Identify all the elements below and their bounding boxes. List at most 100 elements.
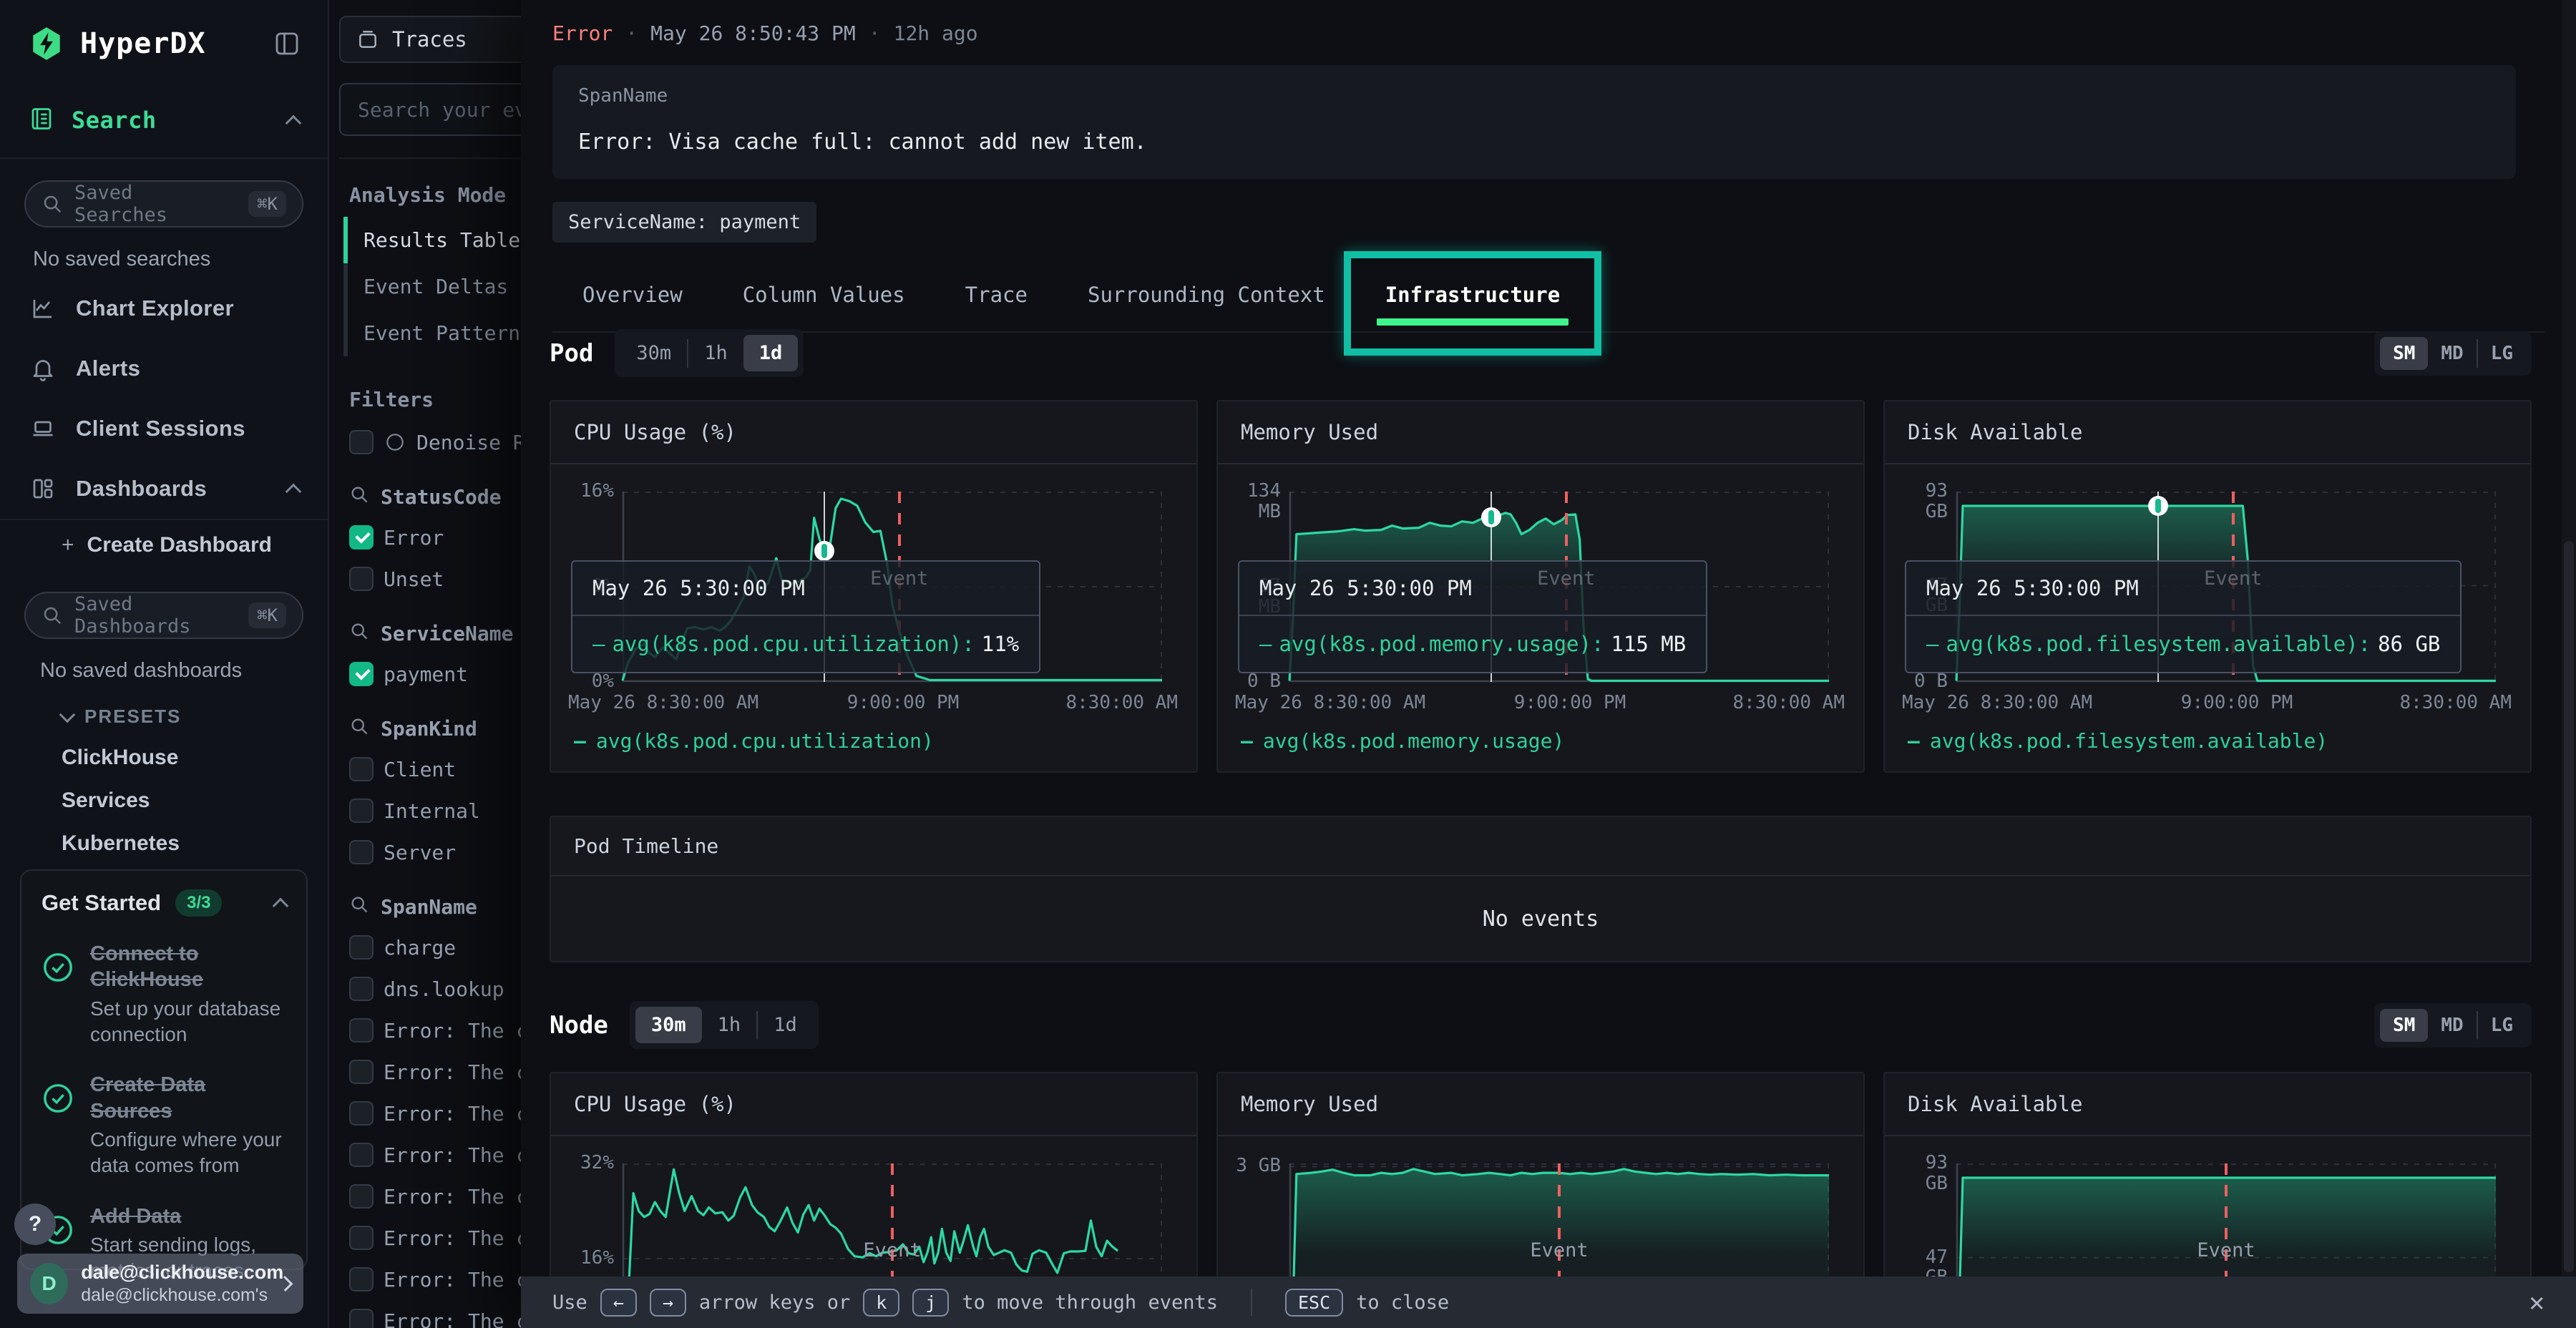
help-button[interactable]: ? <box>14 1204 56 1245</box>
sidebar-item-chart-explorer[interactable]: Chart Explorer <box>0 278 328 338</box>
event-marker-label: Event <box>2197 1239 2255 1261</box>
plot-area[interactable]: 32%16%Event <box>623 1163 1162 1276</box>
event-search-placeholder: Search your ev <box>358 98 527 122</box>
filter-option-label: Error: The cr <box>384 1309 540 1328</box>
saved-dashboards-input[interactable]: Saved Dashboards ⌘K <box>24 592 303 639</box>
chart-tooltip: May 26 5:30:00 PM—avg(k8s.pod.cpu.utiliz… <box>571 560 1040 673</box>
x-axis-labels: May 26 8:30:00 AM9:00:00 PM8:30:00 AM <box>1902 690 2513 713</box>
filter-group-name: SpanName <box>381 895 477 919</box>
pod-section-header: Pod 30m1h1d SMMDLG <box>550 329 2532 377</box>
tooltip-value-row: —avg(k8s.pod.cpu.utilization):11% <box>572 616 1039 672</box>
x-axis-tick: 9:00:00 PM <box>847 692 960 713</box>
search-icon[interactable] <box>349 484 369 509</box>
presets-toggle[interactable]: PRESETS <box>0 690 328 736</box>
preset-dashboard-services[interactable]: Services <box>0 779 328 822</box>
dashboards-grid-icon <box>29 476 57 502</box>
y-axis-tick: 0 B <box>1231 671 1281 692</box>
event-marker-label: Event <box>2204 567 2262 590</box>
search-icon[interactable] <box>349 621 369 646</box>
checkbox-unchecked[interactable] <box>349 567 374 591</box>
checkbox-unchecked[interactable] <box>349 977 374 1001</box>
database-icon <box>356 28 379 51</box>
filter-option-label: Error: The cr <box>384 1060 540 1084</box>
hint-close: to close <box>1356 1292 1449 1314</box>
marker-line <box>821 544 827 558</box>
chart-card-pod-cpu: CPU Usage (%)16%8%0%EventMay 26 5:30:00 … <box>550 400 1198 773</box>
checkbox-unchecked[interactable] <box>349 1143 374 1167</box>
get-started-title: Get Started <box>42 890 161 916</box>
saved-searches-input[interactable]: Saved Searches ⌘K <box>24 180 303 228</box>
close-icon[interactable]: ✕ <box>2529 1288 2545 1317</box>
collapse-sidebar-icon[interactable] <box>272 29 302 59</box>
chart-title: Memory Used <box>1218 401 1863 464</box>
checkbox-unchecked[interactable] <box>349 1018 374 1043</box>
scrollbar-thumb[interactable] <box>2564 541 2574 1272</box>
get-started-item-title: Add Data <box>90 1204 286 1229</box>
checkbox-unchecked[interactable] <box>349 1226 374 1250</box>
node-range-1h[interactable]: 1h <box>702 1007 757 1043</box>
checkbox-unchecked[interactable] <box>349 799 374 823</box>
plot-area[interactable]: 134MB67 MB0 BEventMay 26 5:30:00 PM—avg(… <box>1289 492 1829 682</box>
user-menu[interactable]: D dale@clickhouse.com dale@clickhouse.co… <box>17 1254 303 1314</box>
create-dashboard-button[interactable]: + Create Dashboard <box>0 520 328 570</box>
chart-legend: —avg(k8s.pod.cpu.utilization) <box>551 718 1196 771</box>
node-size-sm[interactable]: SM <box>2380 1009 2428 1042</box>
plot-area[interactable]: 93 GB47 GBEvent <box>1956 1163 2496 1276</box>
event-marker-label: Event <box>1537 567 1595 590</box>
create-dashboard-label: Create Dashboard <box>87 533 272 557</box>
node-size-lg[interactable]: LG <box>2478 1009 2526 1042</box>
shortcut-badge: ⌘K <box>248 602 286 628</box>
pod-size-sm[interactable]: SM <box>2380 337 2428 370</box>
checkbox-unchecked[interactable] <box>349 1267 374 1292</box>
plot-area[interactable]: 16%8%0%EventMay 26 5:30:00 PM—avg(k8s.po… <box>623 492 1162 682</box>
get-started-item[interactable]: Create Data SourcesConfigure where your … <box>42 1072 286 1178</box>
chart-legend: —avg(k8s.pod.memory.usage) <box>1218 718 1863 771</box>
pod-range-30m[interactable]: 30m <box>620 335 687 371</box>
scrollbar[interactable] <box>2562 0 2576 1276</box>
y-axis-tick: 47 GB <box>1898 1247 1948 1276</box>
node-section-title: Node <box>550 1011 608 1040</box>
checkbox-unchecked[interactable] <box>349 1309 374 1328</box>
pod-size-md[interactable]: MD <box>2428 337 2476 370</box>
checkbox-unchecked[interactable] <box>349 1101 374 1126</box>
node-size-md[interactable]: MD <box>2428 1009 2476 1042</box>
search-icon[interactable] <box>349 894 369 919</box>
keyboard-hint-bar: Use ← → arrow keys or k j to move throug… <box>521 1276 2576 1328</box>
sidebar-item-client-sessions[interactable]: Client Sessions <box>0 399 328 459</box>
search-icon[interactable] <box>349 716 369 741</box>
checkbox-checked[interactable] <box>349 525 374 550</box>
y-axis-tick: 3 GB <box>1231 1156 1281 1176</box>
checkbox-unchecked[interactable] <box>349 840 374 864</box>
checkbox-unchecked[interactable] <box>349 1184 374 1209</box>
legend-series-name: avg(k8s.pod.filesystem.available) <box>1930 729 2328 753</box>
checkbox-unchecked[interactable] <box>349 757 374 781</box>
preset-dashboard-clickhouse[interactable]: ClickHouse <box>0 736 328 779</box>
preset-dashboard-kubernetes[interactable]: Kubernetes <box>0 822 328 865</box>
checkbox-checked[interactable] <box>349 662 374 686</box>
plot-area[interactable]: 93 GB47 GB0 BEventMay 26 5:30:00 PM—avg(… <box>1956 492 2496 682</box>
chevron-up-icon[interactable] <box>273 898 289 914</box>
x-axis-tick: May 26 8:30:00 AM <box>1235 692 1425 713</box>
node-range-30m[interactable]: 30m <box>635 1007 702 1043</box>
sidebar-item-dashboards[interactable]: Dashboards <box>0 459 328 519</box>
hint-move: to move through events <box>962 1292 1218 1314</box>
get-started-item[interactable]: Connect to ClickHouseSet up your databas… <box>42 941 286 1048</box>
denoise-checkbox[interactable] <box>349 430 374 454</box>
tooltip-series-name: avg(k8s.pod.memory.usage): <box>1279 632 1604 656</box>
checkbox-unchecked[interactable] <box>349 935 374 960</box>
pod-range-1d[interactable]: 1d <box>743 335 799 371</box>
plot-area[interactable]: 3 GB1 GBEvent <box>1289 1163 1829 1276</box>
dot-separator: · <box>869 21 881 45</box>
pod-size-lg[interactable]: LG <box>2478 337 2526 370</box>
chart-card-node-memory: Memory Used3 GB1 GBEvent <box>1216 1072 1865 1276</box>
checkbox-unchecked[interactable] <box>349 1060 374 1084</box>
node-range-1d[interactable]: 1d <box>758 1007 813 1043</box>
source-label: Traces <box>392 27 467 52</box>
chevron-up-icon <box>286 484 302 500</box>
sidebar-item-search[interactable]: Search <box>0 83 328 157</box>
sidebar-item-alerts[interactable]: Alerts <box>0 338 328 399</box>
sidebar: HyperDX Search Saved Searches ⌘K No save… <box>0 0 329 1328</box>
pod-charts-row: CPU Usage (%)16%8%0%EventMay 26 5:30:00 … <box>550 400 2532 773</box>
service-name-chip[interactable]: ServiceName: payment <box>552 202 816 243</box>
pod-range-1h[interactable]: 1h <box>688 335 743 371</box>
